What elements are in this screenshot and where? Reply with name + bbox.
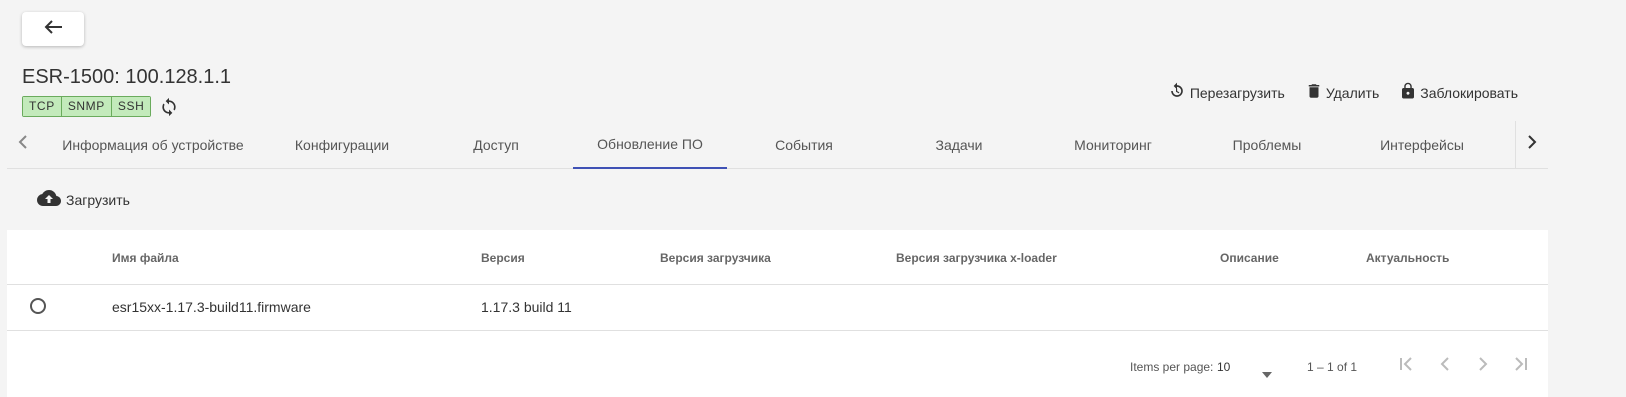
device-title: ESR-1500: 100.128.1.1	[22, 66, 232, 88]
badge-ssh: SSH	[111, 97, 151, 116]
lock-label: Заблокировать	[1420, 84, 1518, 101]
table-row[interactable]: esr15xx-1.17.3-build11.firmware 1.17.3 b…	[7, 285, 1548, 331]
badge-snmp: SNMP	[61, 97, 112, 116]
chevron-left-icon	[1437, 356, 1453, 377]
device-actions: Перезагрузить Удалить Заблокировать	[1147, 80, 1518, 105]
tab-firmware-update[interactable]: Обновление ПО	[573, 121, 727, 169]
restart-button[interactable]: Перезагрузить	[1167, 81, 1285, 104]
column-header-relevance[interactable]: Актуальность	[1366, 251, 1449, 265]
row-select-radio[interactable]	[30, 298, 46, 314]
caret-down-icon	[1262, 365, 1272, 383]
firmware-toolbar: Загрузить	[7, 169, 1548, 230]
last-page-icon	[1513, 356, 1529, 377]
delete-button[interactable]: Удалить	[1305, 81, 1379, 104]
tab-interfaces[interactable]: Интерфейсы	[1345, 121, 1499, 168]
first-page-icon	[1398, 356, 1414, 377]
table-header: Имя файла Версия Версия загрузчика Верси…	[7, 230, 1548, 285]
tab-problems[interactable]: Проблемы	[1190, 121, 1344, 168]
delete-label: Удалить	[1325, 84, 1380, 101]
column-header-filename[interactable]: Имя файла	[112, 251, 179, 265]
lock-button[interactable]: Заблокировать	[1399, 80, 1518, 105]
tab-monitoring[interactable]: Мониторинг	[1036, 121, 1190, 168]
chevron-right-icon	[1527, 134, 1537, 155]
tab-tasks[interactable]: Задачи	[882, 121, 1036, 168]
first-page-button[interactable]	[1394, 354, 1418, 378]
chevron-left-icon	[18, 134, 28, 155]
cloud-upload-icon	[37, 189, 66, 210]
restart-icon	[1167, 81, 1190, 104]
firmware-table: Имя файла Версия Версия загрузчика Верси…	[7, 230, 1548, 397]
page-range-label: 1 – 1 of 1	[1307, 360, 1358, 374]
last-page-button[interactable]	[1509, 354, 1533, 378]
badge-tcp: TCP	[23, 97, 62, 116]
page-size-value: 10	[1217, 360, 1231, 374]
cell-filename: esr15xx-1.17.3-build11.firmware	[112, 299, 311, 315]
paginator: Items per page: 10 1 – 1 of 1	[7, 330, 1548, 397]
tabs-scroll-left-button[interactable]	[7, 121, 39, 168]
chevron-right-icon	[1475, 356, 1491, 377]
tabs-scroll-right-button[interactable]	[1515, 121, 1548, 168]
cell-version: 1.17.3 build 11	[481, 299, 572, 315]
sync-icon[interactable]	[159, 97, 179, 117]
arrow-left-icon	[43, 19, 63, 40]
column-header-xloader-version[interactable]: Версия загрузчика x-loader	[896, 251, 1057, 265]
column-header-version[interactable]: Версия	[481, 251, 525, 265]
next-page-button[interactable]	[1471, 354, 1495, 378]
tab-access[interactable]: Доступ	[419, 121, 573, 168]
trash-icon	[1305, 81, 1326, 104]
tab-device-info[interactable]: Информация об устройстве	[62, 121, 243, 168]
back-button[interactable]	[22, 12, 84, 46]
page-size-select[interactable]: 10	[1217, 352, 1272, 382]
upload-button[interactable]: Загрузить	[37, 189, 130, 210]
restart-label: Перезагрузить	[1189, 84, 1285, 101]
tab-configurations[interactable]: Конфигурации	[265, 121, 419, 168]
items-per-page-label: Items per page:	[1130, 360, 1214, 374]
upload-label: Загрузить	[66, 191, 130, 208]
tab-events[interactable]: События	[727, 121, 881, 168]
lock-icon	[1399, 80, 1420, 105]
tab-bar: Информация об устройстве Конфигурации До…	[7, 121, 1548, 169]
previous-page-button[interactable]	[1433, 354, 1457, 378]
column-header-bootloader-version[interactable]: Версия загрузчика	[660, 251, 771, 265]
column-header-description[interactable]: Описание	[1220, 251, 1279, 265]
protocol-badges: TCP SNMP SSH	[22, 96, 179, 117]
